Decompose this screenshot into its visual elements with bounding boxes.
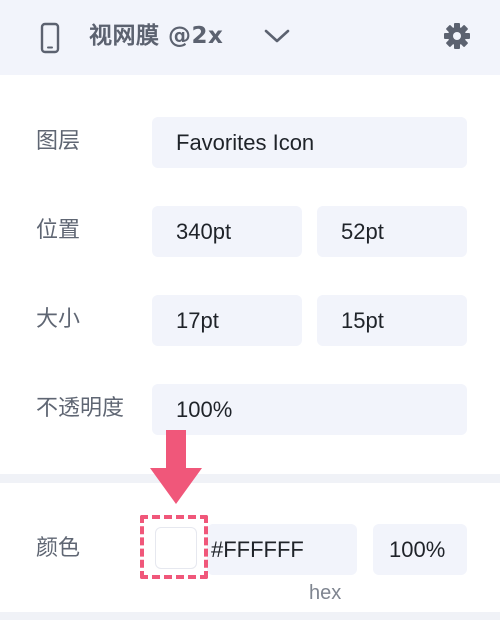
hex-caption: hex	[309, 582, 342, 604]
bottom-divider	[0, 612, 500, 620]
chevron-down-icon[interactable]	[262, 26, 292, 46]
color-label: 颜色	[36, 536, 81, 561]
color-alpha-field[interactable]: 100%	[373, 524, 467, 575]
section-divider	[0, 474, 500, 483]
arrow-down-icon	[150, 430, 202, 504]
position-y-field[interactable]: 52pt	[317, 206, 467, 257]
panel-header: 视网膜 @2x	[0, 0, 500, 75]
hex-color-field[interactable]: #FFFFFF	[207, 524, 357, 575]
layer-label: 图层	[36, 129, 81, 154]
gear-icon[interactable]	[442, 21, 472, 51]
phone-icon	[40, 22, 60, 54]
position-label: 位置	[36, 218, 81, 243]
color-swatch[interactable]	[155, 527, 197, 569]
height-field[interactable]: 15pt	[317, 295, 467, 346]
position-x-field[interactable]: 340pt	[152, 206, 302, 257]
opacity-label: 不透明度	[36, 396, 125, 421]
size-label: 大小	[36, 307, 81, 332]
layer-name-field[interactable]: Favorites Icon	[152, 117, 467, 168]
device-preset-label[interactable]: 视网膜 @2x	[89, 20, 223, 52]
width-field[interactable]: 17pt	[152, 295, 302, 346]
